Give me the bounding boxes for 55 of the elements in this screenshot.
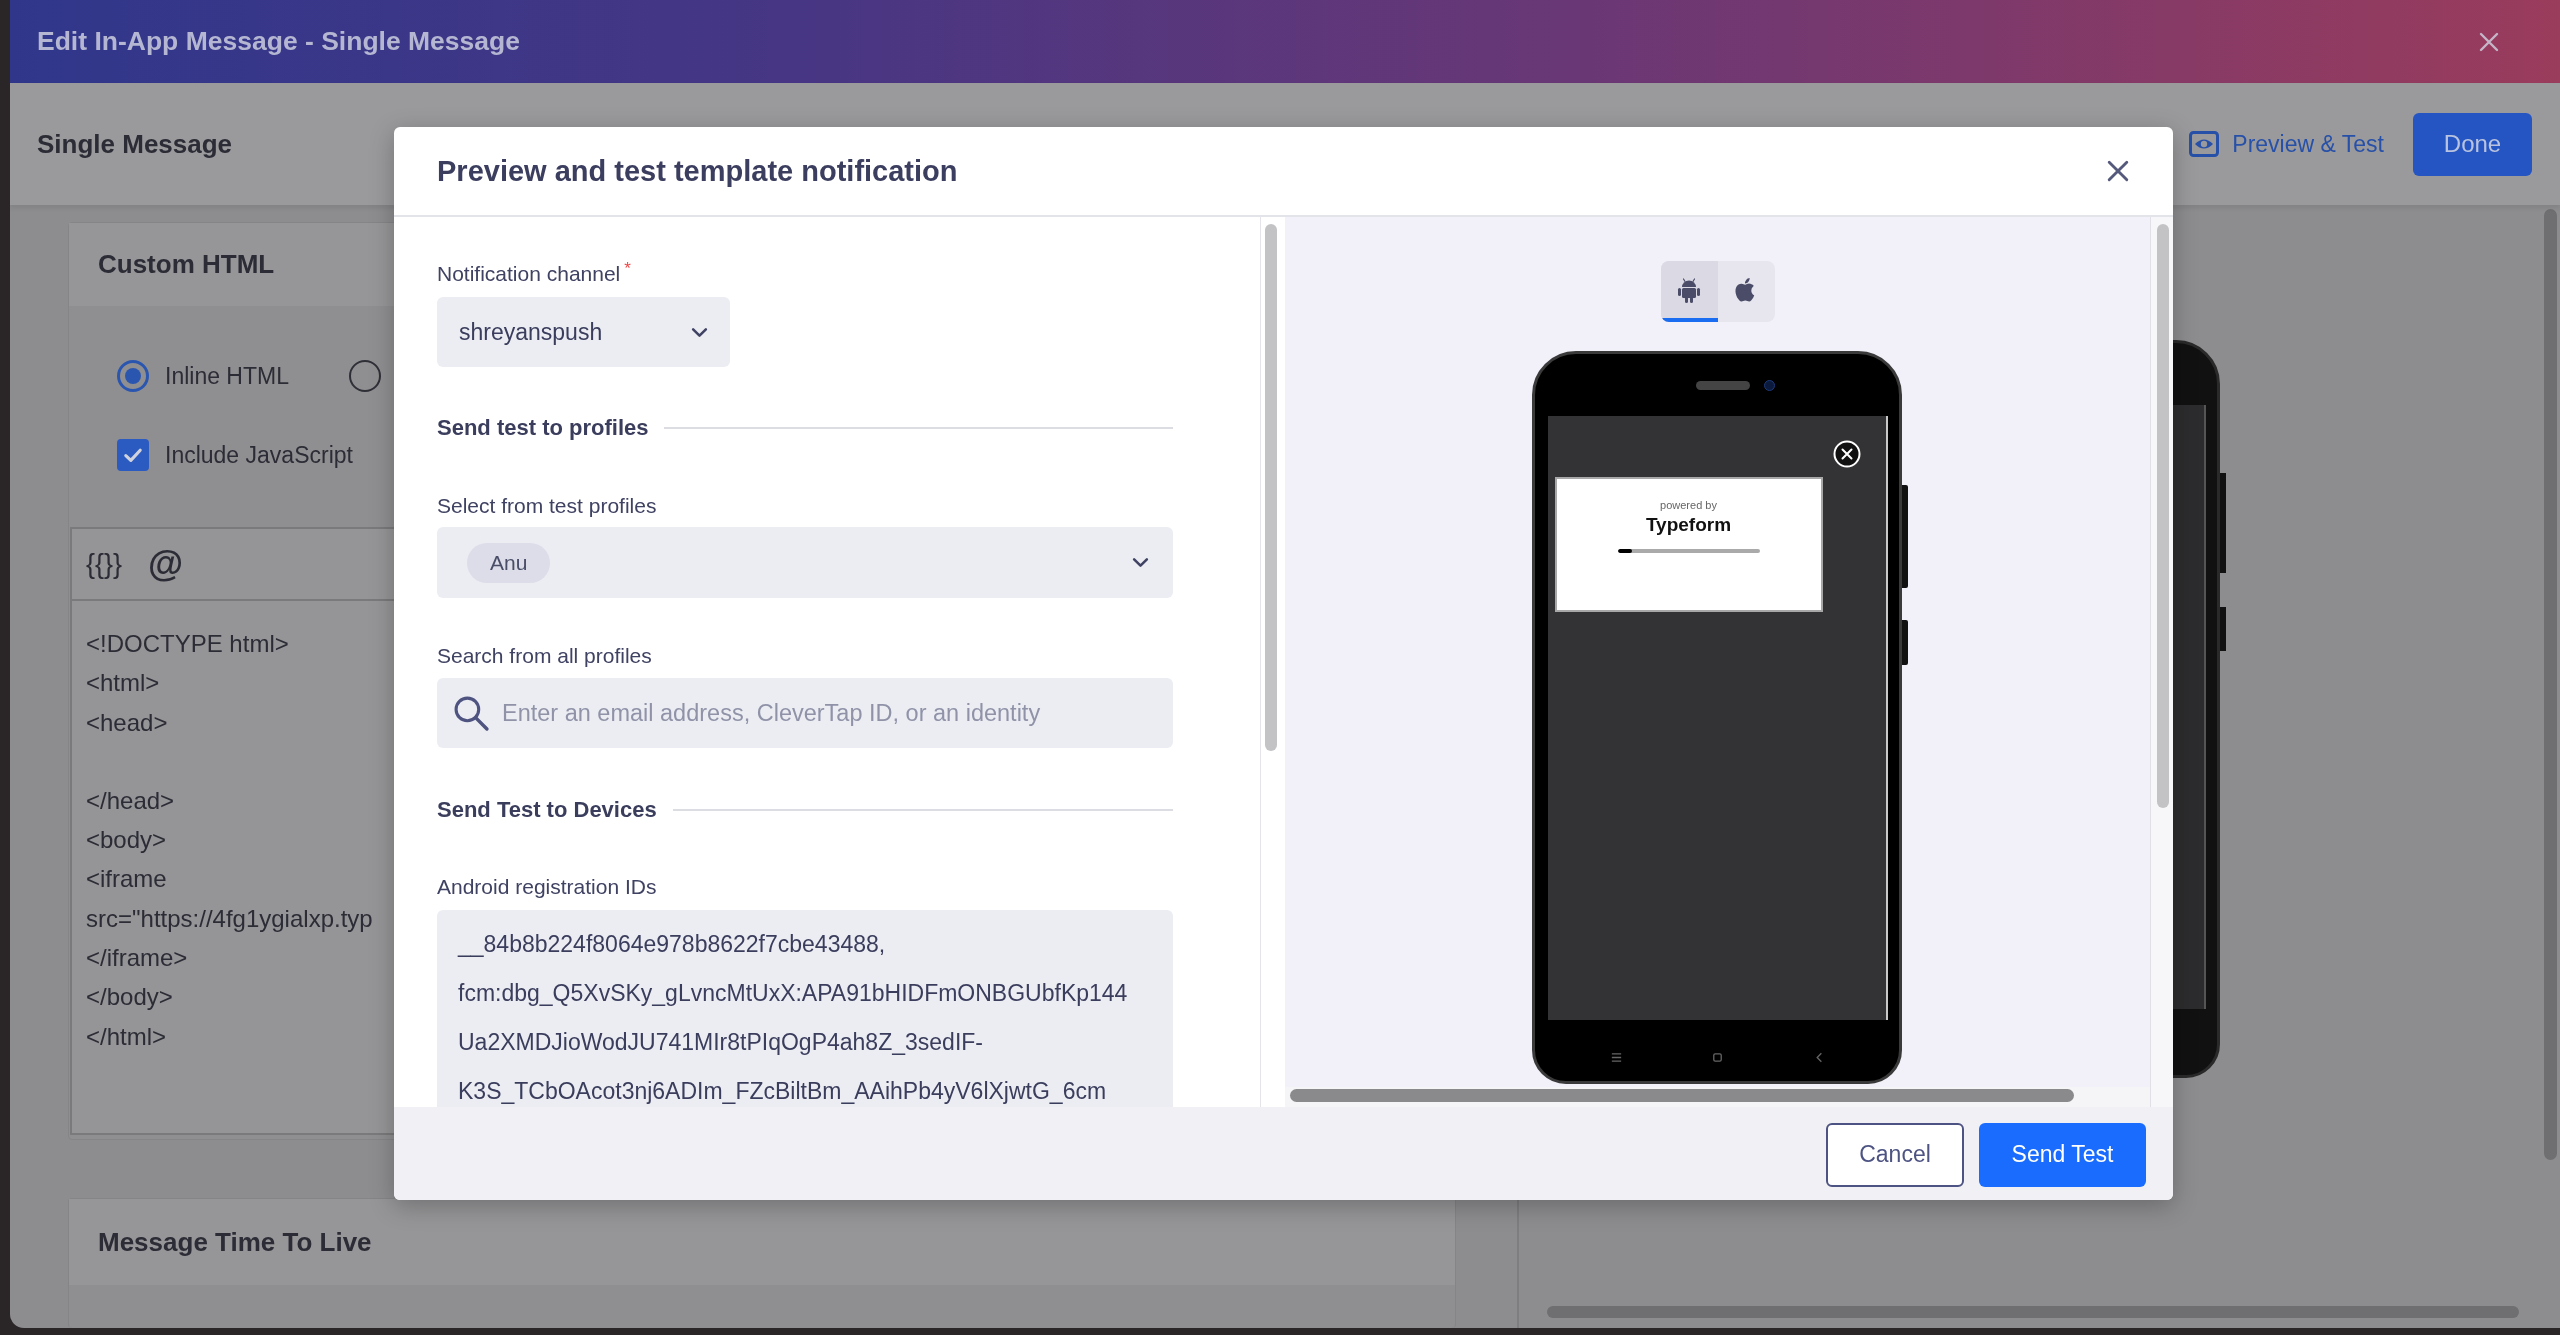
android-icon	[1677, 276, 1701, 303]
done-button[interactable]: Done	[2413, 112, 2532, 176]
popup-brand: Typeform	[1645, 514, 1732, 536]
required-mark: *	[624, 262, 631, 276]
window-title: Edit In-App Message - Single Message	[37, 26, 520, 57]
field-label: Select from test profiles	[437, 494, 657, 518]
scrollbar[interactable]	[2544, 209, 2557, 1160]
code-line: <html>	[86, 669, 160, 697]
code-line: </head>	[86, 786, 175, 814]
close-icon[interactable]	[2107, 160, 2129, 182]
field-label: Notification channel	[437, 262, 621, 286]
popup-caption: powered by	[1660, 498, 1717, 512]
speaker-slot-icon	[1696, 380, 1750, 390]
channel-select[interactable]: shreyanspush	[437, 297, 730, 367]
section-heading: Send Test to Devices	[437, 797, 657, 823]
scrollbar[interactable]	[1547, 1306, 2519, 1318]
profiles-select[interactable]: Anu	[437, 527, 1173, 598]
modal-title: Preview and test template notification	[437, 154, 958, 188]
send-test-button[interactable]: Send Test	[1979, 1122, 2146, 1187]
android-ids-field[interactable]: __84b8b224f8064e978b8622f7cbe43488, fcm:dbg_Q5XvSKy_gLvncMtUxX:APA91bHIDFmONBGUbfKp144 Ua2XMDJioWodJU741MIr8tPIqOgP4ah8Z_3sedIF- K3S_TCbOAcot3nj6ADIm_FZcBiltBm_AAihPb4yV6lXjwtG_6cm	[437, 910, 1173, 1107]
code-line: <head>	[86, 708, 168, 736]
code-line: <iframe	[86, 865, 167, 893]
camera-lens-icon	[1764, 379, 1775, 391]
code-line: <!DOCTYPE html>	[86, 630, 289, 657]
scrollbar[interactable]	[2157, 224, 2169, 808]
page-title: Single Message	[37, 128, 233, 160]
card-title: Custom HTML	[98, 249, 275, 280]
toolbar-button[interactable]: {{}}	[86, 548, 123, 580]
scrollbar[interactable]	[1290, 1089, 2074, 1102]
scrollbar[interactable]	[1265, 224, 1277, 751]
cancel-button[interactable]: Cancel	[1826, 1122, 1964, 1187]
chevron-down-icon	[691, 326, 708, 338]
option-label: Inline HTML	[165, 362, 289, 390]
radio-button[interactable]	[117, 360, 149, 392]
radio-button[interactable]	[349, 360, 381, 392]
field-label: Search from all profiles	[437, 644, 652, 668]
code-line: <body>	[86, 826, 167, 854]
eye-icon	[2189, 131, 2220, 157]
search-field[interactable]: Enter an email address, CleverTap ID, or an identity	[437, 678, 1173, 748]
card-title: Message Time To Live	[98, 1226, 372, 1258]
toolbar-button[interactable]: @	[148, 543, 184, 585]
search-icon	[453, 695, 490, 732]
square-icon[interactable]	[1711, 1051, 1724, 1064]
chevron-down-icon	[1132, 557, 1149, 568]
platform-tab[interactable]	[1660, 261, 1718, 322]
menu-icon[interactable]	[1609, 1051, 1623, 1064]
code-line: </html>	[86, 1022, 167, 1050]
checkbox[interactable]	[117, 439, 149, 471]
field-label: Android registration IDs	[437, 875, 657, 899]
code-line: src="https://4fg1ygialxp.typ	[86, 904, 373, 932]
checkbox-label: Include JavaScript	[165, 441, 353, 469]
code-line: </iframe>	[86, 944, 188, 972]
section-heading: Send test to profiles	[437, 415, 649, 441]
code-line: </body>	[86, 983, 173, 1011]
profile-chip[interactable]: Anu	[467, 542, 551, 583]
